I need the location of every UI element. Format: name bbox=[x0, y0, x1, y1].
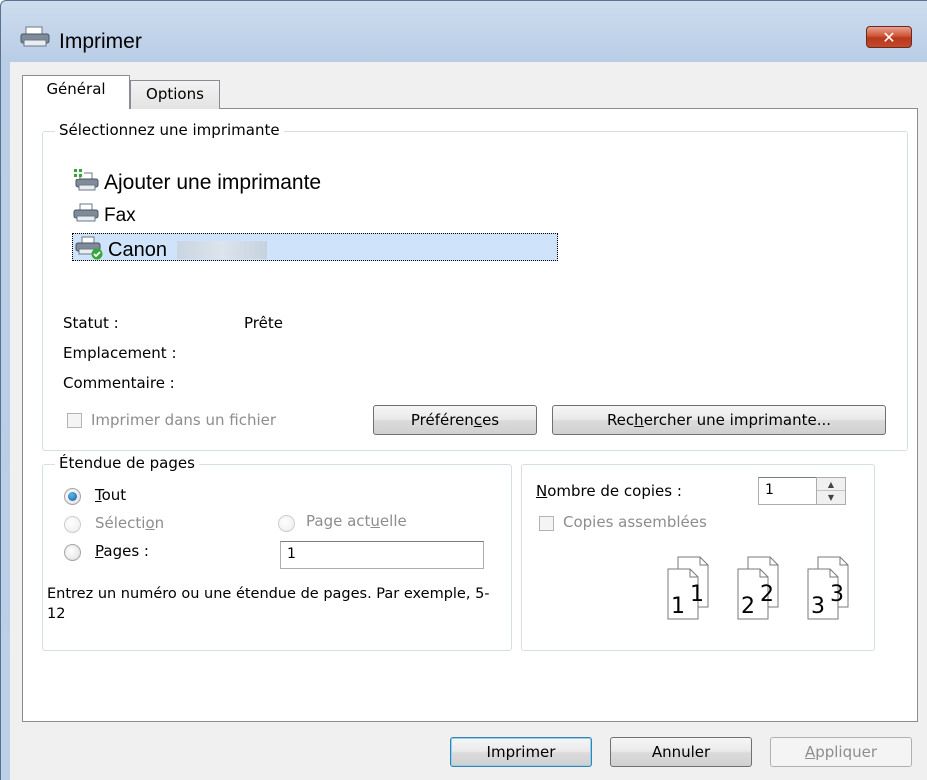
title-bar[interactable]: Imprimer ✕ bbox=[1, 1, 927, 53]
collate-checkbox[interactable] bbox=[539, 516, 554, 531]
collate-page-number: 3 bbox=[811, 594, 825, 619]
comment-label: Commentaire : bbox=[63, 374, 175, 392]
spin-down-icon[interactable]: ▼ bbox=[817, 491, 845, 504]
radio-pages-label: Pages : bbox=[95, 542, 149, 560]
printer-group-label: Sélectionnez une imprimante bbox=[55, 121, 284, 139]
default-printer-icon bbox=[74, 234, 104, 266]
printer-icon bbox=[18, 25, 52, 53]
status-label: Statut : bbox=[63, 314, 119, 332]
printer-item-fax-label: Fax bbox=[104, 205, 136, 226]
fax-printer-icon bbox=[72, 201, 100, 231]
print-to-file-label: Imprimer dans un fichier bbox=[91, 411, 277, 429]
redacted-printer-model bbox=[176, 241, 267, 259]
print-to-file-checkbox[interactable] bbox=[67, 413, 82, 428]
apply-button[interactable]: Appliquer bbox=[770, 737, 912, 767]
printer-item-canon[interactable]: Canon bbox=[74, 234, 267, 266]
radio-selection[interactable] bbox=[64, 516, 81, 533]
status-value: Prête bbox=[244, 314, 283, 332]
tab-general[interactable]: Général bbox=[22, 75, 130, 109]
copies-count-input[interactable]: 1 bbox=[758, 477, 818, 505]
radio-all-pages-label: Tout bbox=[95, 486, 127, 504]
find-printer-accel: h bbox=[634, 411, 644, 429]
tab-options[interactable]: Options bbox=[130, 80, 220, 109]
close-button[interactable]: ✕ bbox=[866, 26, 912, 48]
printer-item-add[interactable]: Ajouter une imprimante bbox=[72, 167, 321, 199]
cancel-button[interactable]: Annuler bbox=[610, 737, 752, 767]
pages-input[interactable]: 1 bbox=[280, 541, 484, 569]
collate-page-number: 3 bbox=[830, 582, 844, 607]
spin-up-icon[interactable]: ▲ bbox=[817, 478, 845, 491]
window-title: Imprimer bbox=[59, 30, 142, 53]
collate-page-number: 2 bbox=[760, 582, 774, 607]
find-printer-label-part: ercher une imprimante... bbox=[643, 411, 832, 429]
radio-current-page-label: Page actuelle bbox=[306, 512, 407, 530]
find-printer-button[interactable]: Rec h ercher une imprimante... bbox=[552, 405, 886, 435]
collate-label: Copies assemblées bbox=[563, 513, 707, 531]
radio-pages[interactable] bbox=[64, 544, 81, 561]
collate-illustration: 1 1 2 2 3 3 bbox=[648, 555, 858, 629]
radio-selection-label: Sélection bbox=[95, 514, 165, 532]
page-range-group-label: Étendue de pages bbox=[55, 454, 199, 472]
tab-options-label: Options bbox=[146, 85, 204, 103]
collate-page-number: 2 bbox=[741, 594, 755, 619]
cancel-button-label: Annuler bbox=[651, 743, 711, 761]
copies-count-label: Nombre de copies : bbox=[536, 482, 682, 500]
preferences-accel: c bbox=[473, 411, 483, 429]
location-label: Emplacement : bbox=[63, 344, 177, 362]
printer-item-canon-label: Canon bbox=[108, 238, 167, 261]
apply-button-label: Appliquer bbox=[804, 743, 878, 761]
printer-item-fax[interactable]: Fax bbox=[72, 201, 136, 231]
print-button-label: Imprimer bbox=[486, 743, 556, 761]
preferences-button[interactable]: Préféren c es bbox=[373, 405, 537, 435]
add-printer-icon bbox=[72, 167, 100, 199]
preferences-label-part: Préféren bbox=[410, 411, 474, 429]
collate-page-number: 1 bbox=[671, 594, 685, 619]
copies-spin-control[interactable]: ▲ ▼ bbox=[816, 477, 846, 505]
preferences-label-part: es bbox=[482, 411, 500, 429]
close-icon: ✕ bbox=[882, 27, 896, 47]
find-printer-label-part: Rec bbox=[606, 411, 635, 429]
radio-current-page[interactable] bbox=[278, 515, 295, 532]
printer-item-add-label: Ajouter une imprimante bbox=[104, 171, 322, 194]
tab-general-label: Général bbox=[46, 80, 106, 98]
page-range-hint: Entrez un numéro ou une étendue de pages… bbox=[47, 586, 490, 622]
collate-page-number: 1 bbox=[690, 582, 704, 607]
radio-all-pages[interactable] bbox=[64, 488, 81, 505]
print-button[interactable]: Imprimer bbox=[450, 737, 592, 767]
